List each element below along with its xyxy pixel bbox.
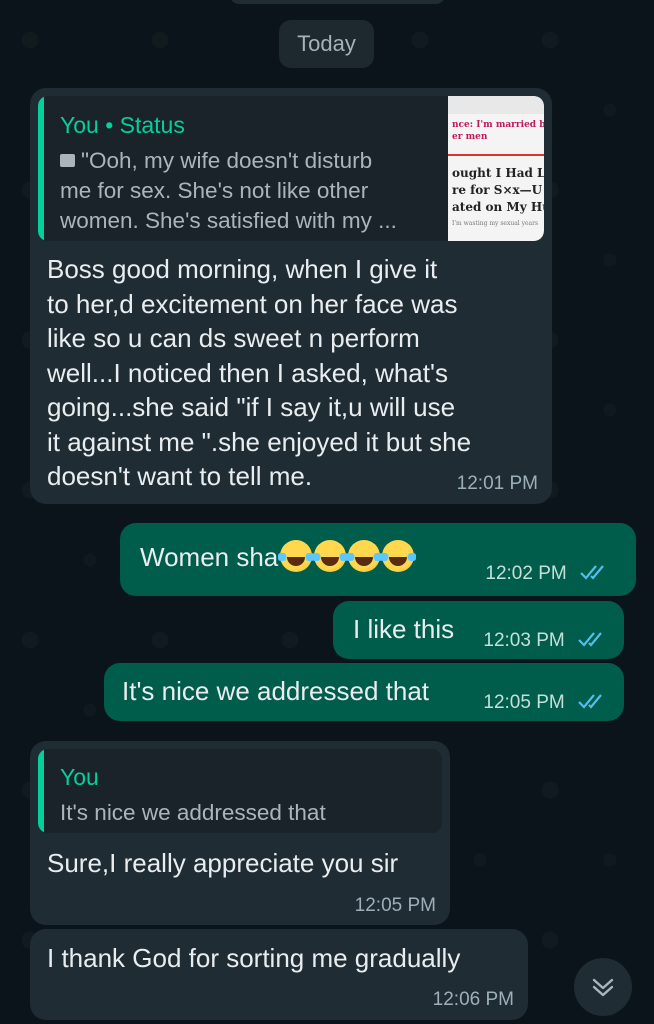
quote-author: You • Status (60, 112, 185, 138)
outgoing-message-bubble[interactable]: It's nice we addressed that 12:05 PM (104, 663, 624, 721)
quote-line: me for sex. She's not like other (60, 178, 369, 203)
double-check-icon (580, 565, 604, 580)
message-time: 12:06 PM (432, 989, 514, 1010)
message-time: 12:01 PM (456, 473, 538, 494)
tears-of-joy-emoji (278, 540, 315, 572)
quote-accent-bar (38, 749, 44, 833)
message-text: It's nice we addressed that (122, 676, 430, 706)
previous-message-edge (230, 0, 445, 4)
message-time: 12:05 PM (354, 895, 436, 916)
quote-accent-bar (38, 96, 44, 241)
photo-icon (60, 154, 75, 167)
thumbnail-text: I'm wasting my sexual years (452, 220, 539, 227)
message-time-status: 12:03 PM (483, 630, 608, 652)
incoming-message-bubble[interactable]: You It's nice we addressed that Sure,I r… (30, 741, 450, 925)
quote-line: women. She's satisfied with my ... (60, 208, 397, 233)
quote-author: You (60, 764, 99, 790)
double-check-icon (578, 694, 602, 709)
tears-of-joy-emoji (380, 540, 417, 572)
thumbnail-text: nce: I'm married but (452, 120, 544, 130)
thumbnail-text: ought I Had L (452, 166, 544, 180)
quote-text: "Ooh, my wife doesn't disturb me for sex… (60, 146, 440, 236)
scroll-to-bottom-button[interactable] (574, 958, 632, 1016)
message-text: Boss good morning, when I give it to her… (47, 254, 472, 491)
message-text: I thank God for sorting me gradually (47, 943, 461, 973)
incoming-message-bubble[interactable]: You • Status "Ooh, my wife doesn't distu… (30, 88, 552, 504)
quote-line: "Ooh, my wife doesn't disturb (60, 146, 440, 176)
outgoing-message-bubble[interactable]: I like this 12:03 PM (333, 601, 624, 659)
status-thumbnail[interactable]: nce: I'm married but er men ought I Had … (448, 96, 544, 241)
chat-area[interactable]: Today You • Status "Ooh, my wife doesn't… (0, 0, 654, 1024)
message-text: Sure,I really appreciate you sir (47, 848, 399, 878)
quote-text: It's nice we addressed that (60, 800, 326, 825)
thumbnail-text: re for S×x—U (452, 183, 543, 197)
thumbnail-text: er men (452, 132, 488, 142)
message-text: I like this (353, 614, 455, 644)
double-check-icon (578, 632, 602, 647)
tears-of-joy-emoji (346, 540, 383, 572)
quoted-status[interactable]: You • Status "Ooh, my wife doesn't distu… (38, 96, 544, 241)
date-separator: Today (279, 20, 374, 68)
thumbnail-text: ated on My Hu (452, 200, 544, 214)
message-time-status: 12:02 PM (485, 563, 610, 585)
message-text: Women sha (140, 540, 417, 575)
outgoing-message-bubble[interactable]: Women sha 12:02 PM (120, 523, 636, 596)
chevron-down-double-icon (592, 978, 614, 997)
tears-of-joy-emoji (312, 540, 349, 572)
quoted-message[interactable]: You It's nice we addressed that (38, 749, 442, 833)
incoming-message-bubble[interactable]: I thank God for sorting me gradually 12:… (30, 929, 528, 1020)
message-time-status: 12:05 PM (483, 692, 608, 714)
